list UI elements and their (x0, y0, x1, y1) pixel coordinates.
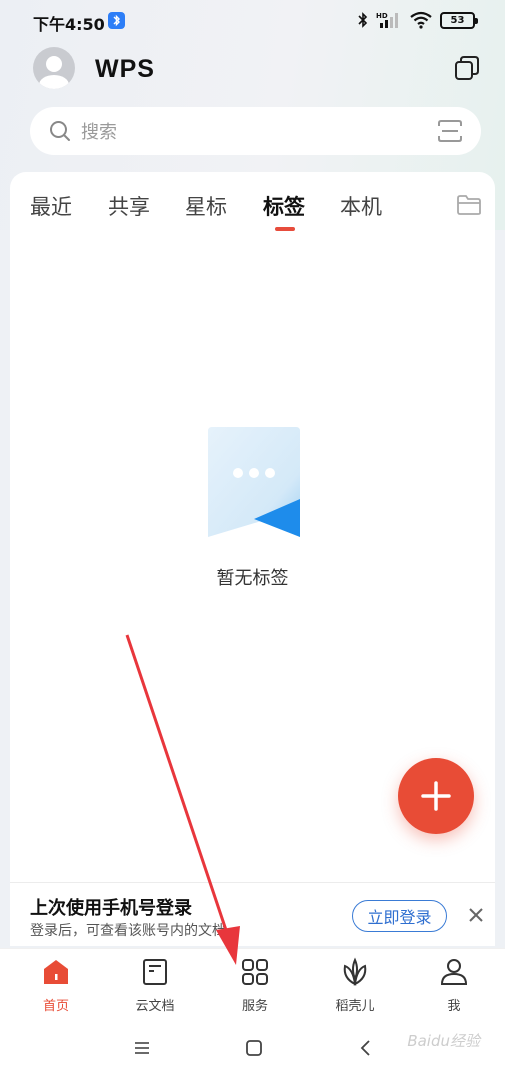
file-tabs: 最近 共享 星标 标签 本机 (10, 172, 495, 236)
status-time: 下午4:50 (33, 15, 105, 34)
close-icon (469, 908, 483, 922)
home-square-icon[interactable] (244, 1038, 264, 1058)
folder-icon (457, 195, 481, 215)
nav-docer[interactable]: 稻壳儿 (315, 957, 395, 1014)
tab-starred[interactable]: 星标 (185, 191, 227, 221)
tab-tags[interactable]: 标签 (263, 191, 305, 221)
tab-local[interactable]: 本机 (340, 191, 382, 221)
battery-indicator: 53 (440, 11, 478, 29)
multi-window-icon (455, 56, 479, 80)
leaf-icon (343, 957, 367, 986)
login-now-button[interactable]: 立即登录 (352, 900, 447, 932)
back-icon[interactable] (356, 1038, 376, 1058)
wifi-icon (410, 11, 432, 29)
status-icons: HD 53 (357, 11, 478, 29)
create-fab-button[interactable] (398, 758, 474, 834)
empty-state-text: 暂无标签 (216, 568, 289, 589)
login-banner-subtitle: 登录后，可查看该账号内的文档 (30, 923, 226, 939)
avatar[interactable] (33, 47, 75, 89)
cloud-doc-icon (143, 959, 167, 985)
nav-cloud-docs[interactable]: 云文档 (115, 957, 195, 1014)
nav-services-label: 服务 (241, 999, 268, 1014)
svg-text:HD: HD (376, 12, 388, 20)
tab-shared[interactable]: 共享 (108, 191, 150, 221)
banner-close-button[interactable] (467, 906, 485, 924)
app-bar: WPS (0, 44, 505, 94)
nav-home-label: 首页 (42, 999, 69, 1014)
empty-tag-illustration (208, 427, 300, 537)
nav-services[interactable]: 服务 (215, 957, 295, 1014)
bluetooth-icon (358, 12, 368, 28)
folder-button[interactable] (456, 194, 482, 216)
content-card: 最近 共享 星标 标签 本机 暂无标签 (10, 172, 495, 912)
tab-recent[interactable]: 最近 (30, 191, 72, 221)
multi-window-button[interactable] (453, 54, 481, 82)
menu-icon[interactable] (132, 1038, 152, 1058)
signal-icon: HD (376, 12, 398, 28)
login-banner-title: 上次使用手机号登录 (30, 898, 192, 919)
plus-icon (421, 781, 451, 811)
search-icon (50, 121, 70, 141)
avatar-person-icon (39, 56, 69, 89)
status-bar: 下午4:50 HD 53 (0, 0, 505, 44)
wps-logo: WPS (95, 55, 155, 83)
bottom-nav: 首页 云文档 服务 稻壳儿 我 (0, 948, 505, 1016)
nav-me-label: 我 (447, 999, 461, 1014)
search-placeholder: 搜索 (81, 122, 117, 143)
nav-cloud-docs-label: 云文档 (135, 999, 175, 1014)
bluetooth-notification-icon (108, 12, 125, 29)
search-input[interactable]: 搜索 (30, 107, 481, 155)
login-banner: 上次使用手机号登录 登录后，可查看该账号内的文档 立即登录 (10, 882, 495, 946)
nav-home[interactable]: 首页 (16, 957, 96, 1014)
active-tab-indicator (275, 227, 295, 231)
nav-docer-label: 稻壳儿 (335, 999, 375, 1014)
scan-icon[interactable] (437, 119, 463, 143)
nav-me[interactable]: 我 (414, 957, 494, 1014)
grid-icon (242, 959, 268, 985)
user-icon (440, 959, 468, 985)
watermark: Baidu经验 (407, 1032, 480, 1050)
battery-level: 53 (450, 14, 465, 26)
home-icon (44, 960, 68, 984)
